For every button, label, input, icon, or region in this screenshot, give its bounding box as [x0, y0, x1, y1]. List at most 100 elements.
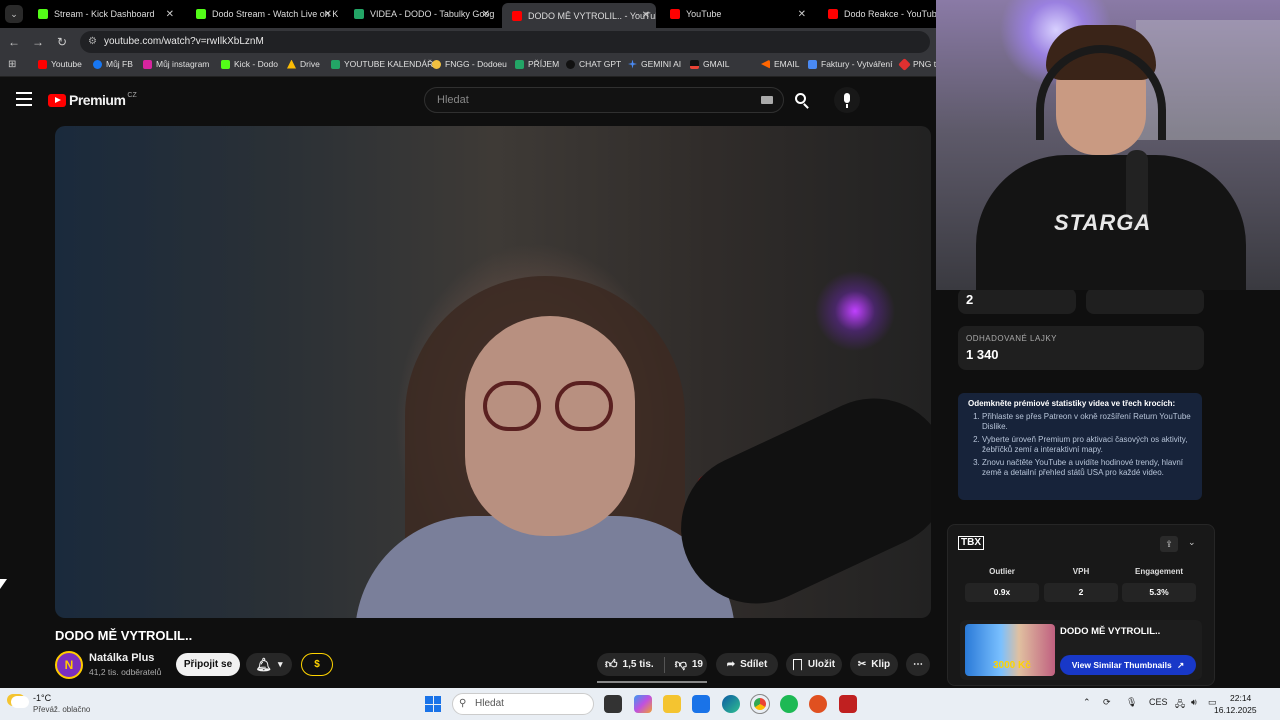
windows-start-icon[interactable] [425, 696, 441, 712]
task-view-icon[interactable] [604, 695, 622, 713]
save-button[interactable]: Uložit [786, 653, 842, 676]
bookmark-instagram[interactable]: Můj instagram [143, 59, 209, 69]
tab-youtube-channel[interactable]: Dodo Reakce - YouTube [818, 4, 936, 24]
bookmark-gmail[interactable]: GMAIL [690, 59, 729, 69]
bookmark-label: GMAIL [703, 59, 730, 69]
back-arrow-icon[interactable]: ← [6, 34, 22, 50]
address-bar[interactable]: ⚙ youtube.com/watch?v=rwIlkXbLznM [80, 31, 930, 53]
tab-close-icon[interactable]: ✕ [642, 10, 650, 21]
reload-icon[interactable]: ↻ [54, 34, 70, 50]
bookmark-drive[interactable]: Drive [287, 59, 320, 69]
file-explorer-icon[interactable] [663, 695, 681, 713]
bookmark-chatgpt[interactable]: CHAT GPT [566, 59, 621, 69]
tab-close-icon[interactable]: ✕ [324, 9, 332, 20]
bookmark-kick[interactable]: Kick - Dodo [221, 59, 278, 69]
bookmark-png[interactable]: PNG t [898, 57, 936, 71]
tab-kick-dashboard[interactable]: Stream - Kick Dashboard ✕ [28, 4, 180, 24]
bookmark-fngg[interactable]: FNGG - Dodoeu [432, 59, 507, 69]
divider [663, 656, 665, 673]
edge-icon[interactable] [722, 695, 740, 713]
like-count[interactable]: 1,5 tis. [623, 659, 654, 670]
youtube-icon [512, 10, 522, 21]
outlook-icon[interactable] [692, 695, 710, 713]
search-input[interactable]: Hledat [424, 87, 784, 113]
bookmark-label: PŘÍJEM [528, 59, 560, 69]
voice-search-button[interactable] [834, 87, 860, 113]
video-player[interactable] [55, 126, 931, 618]
view-similar-thumbnails-button[interactable]: View Similar Thumbnails ↗ [1060, 655, 1196, 675]
stat-card [1086, 288, 1204, 314]
bookmark-label: GEMINI AI [641, 59, 682, 69]
spotify-icon[interactable] [780, 695, 798, 713]
tab-youtube-video-active[interactable]: DODO MĚ VYTROLIL.. - YouTub ✕ [502, 3, 656, 28]
share-button[interactable]: ➦ Sdílet [716, 653, 778, 676]
forward-arrow-icon[interactable]: → [30, 34, 46, 50]
clock-time[interactable]: 22:14 [1230, 693, 1251, 703]
app-icon[interactable] [839, 695, 857, 713]
channel-name[interactable]: Natálka Plus [89, 652, 154, 664]
save-label: Uložit [807, 659, 836, 670]
taskbar-search-input[interactable]: ⚲ Hledat [452, 693, 594, 715]
bookmark-email[interactable]: EMAIL [761, 59, 800, 69]
browser-toolbar: ← → ↻ ⚙ youtube.com/watch?v=rwIlkXbLznM [0, 28, 936, 56]
bookmark-gemini[interactable]: GEMINI AI [628, 59, 681, 69]
bookmark-icon [792, 658, 802, 671]
tab-close-icon[interactable]: ✕ [798, 9, 806, 20]
bookmark-income[interactable]: PŘÍJEM [515, 59, 559, 69]
tab-kick-stream[interactable]: Dodo Stream - Watch Live on K ✕ [186, 4, 338, 24]
network-icon[interactable]: 🖧 [1175, 697, 1185, 713]
facebook-icon [93, 59, 102, 69]
stat-value: 2 [966, 292, 974, 307]
share-arrow-icon: ➦ [726, 659, 736, 670]
clock-date[interactable]: 16.12.2025 [1214, 705, 1257, 715]
sync-icon[interactable]: ⟳ [1103, 697, 1111, 708]
super-thanks-button[interactable]: $ [301, 653, 333, 676]
fngg-icon [432, 59, 441, 69]
site-info-icon[interactable]: ⚙ [88, 31, 97, 53]
keyboard-icon[interactable] [761, 96, 773, 104]
external-link-icon: ↗ [1177, 660, 1185, 670]
tab-youtube-home[interactable]: YouTube ✕ [660, 4, 812, 24]
premium-stats-promo: Odemkněte prémiové statistiky videa ve t… [958, 393, 1202, 500]
apps-grid-icon[interactable]: ⊞ [8, 59, 16, 70]
youtube-premium-logo[interactable]: Premium CZ [48, 92, 137, 108]
search-button[interactable] [786, 87, 816, 113]
tab-search-chevron-icon[interactable]: ⌄ [5, 5, 23, 23]
bookmark-youtube-calendar[interactable]: YOUTUBE KALENDÁŘ [331, 59, 433, 69]
chevron-up-icon[interactable]: ⌃ [1083, 697, 1091, 708]
tab-close-icon[interactable]: ✕ [482, 9, 490, 20]
tab-google-sheets[interactable]: VIDEA - DODO - Tabulky Goog ✕ [344, 4, 496, 24]
windows-taskbar: -1°C Převáž. oblačno ⚲ Hledat ⌃ ⟳ 🎙︎ CES… [0, 688, 1280, 720]
bookmark-youtube[interactable]: Youtube [38, 59, 82, 69]
thumbs-down-icon[interactable]: 👎︎ [675, 657, 687, 672]
microphone-icon[interactable]: 🎙︎ [1126, 697, 1137, 708]
bookmark-invoices[interactable]: Faktury - Vytváření [808, 59, 892, 69]
sheets-icon [354, 9, 364, 19]
export-icon[interactable]: ⇪ [1160, 536, 1178, 552]
weather-temperature[interactable]: -1°C [33, 693, 51, 703]
channel-avatar[interactable]: N [55, 651, 83, 679]
metric-value-engagement: 5.3% [1122, 583, 1196, 602]
clip-button[interactable]: ✂ Klip [850, 653, 898, 676]
notification-bell-button[interactable]: 🔔︎ ▾ [246, 653, 292, 676]
bookmarks-bar: ⊞ Youtube Můj FB Můj instagram Kick - Do… [0, 56, 936, 77]
url-text: youtube.com/watch?v=rwIlkXbLznM [104, 36, 264, 47]
chrome-icon[interactable] [750, 694, 770, 714]
copilot-icon[interactable] [634, 695, 652, 713]
tab-close-icon[interactable]: ✕ [166, 9, 174, 20]
bookmark-facebook[interactable]: Můj FB [93, 59, 133, 69]
gmail-icon [690, 59, 699, 69]
join-button[interactable]: Připojit se [176, 653, 240, 676]
weather-cloud-icon[interactable] [11, 696, 29, 708]
input-language[interactable]: CES [1149, 697, 1168, 707]
volume-icon[interactable]: 🔊︎ [1191, 697, 1197, 708]
chevron-down-icon[interactable]: ⌄ [1188, 537, 1196, 548]
clip-label: Klip [871, 659, 891, 670]
like-dislike-group: 👍︎ 1,5 tis. 👎︎ 19 [597, 653, 707, 676]
hamburger-menu-icon[interactable] [16, 92, 32, 106]
thumbs-up-icon[interactable]: 👍︎ [605, 657, 618, 672]
webcam-overlay: STARGA [936, 0, 1280, 290]
obs-icon[interactable] [809, 695, 827, 713]
email-icon [761, 59, 770, 69]
more-actions-button[interactable]: ⋯ [906, 653, 930, 676]
